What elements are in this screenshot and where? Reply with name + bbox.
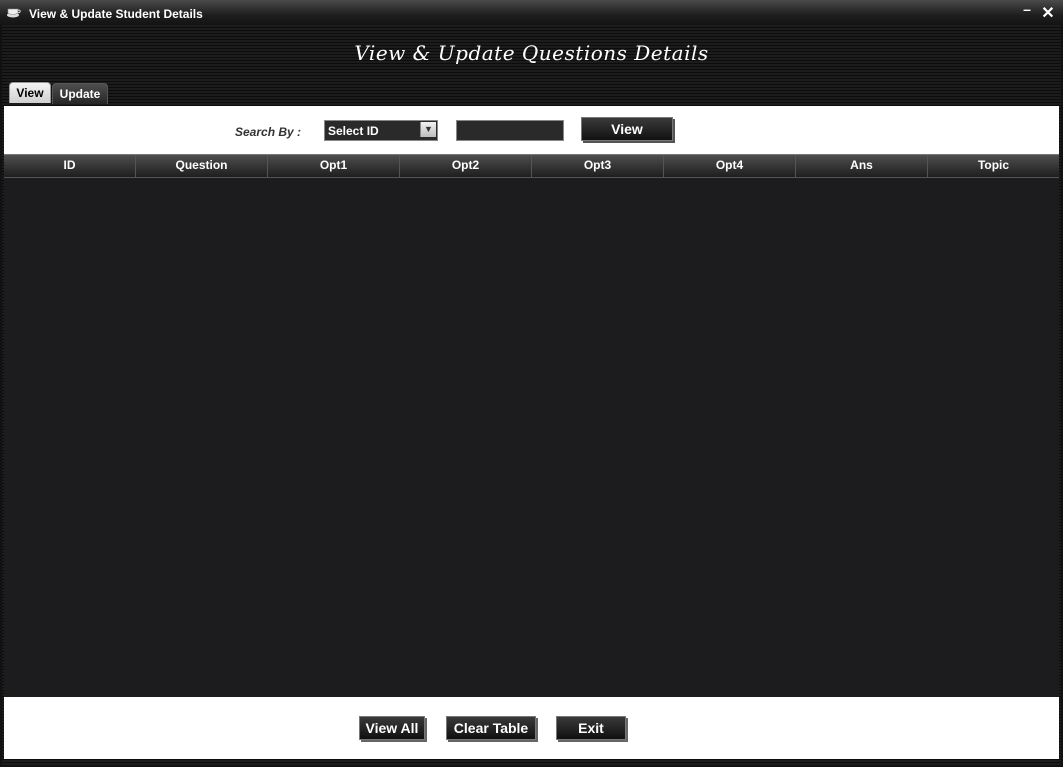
tab-update[interactable]: Update [52,83,108,104]
column-header-opt3[interactable]: Opt3 [532,155,664,177]
column-header-question[interactable]: Question [136,155,268,177]
search-by-label: Search By : [235,125,302,139]
search-input[interactable] [456,120,564,141]
clear-table-button[interactable]: Clear Table [446,716,536,740]
questions-table[interactable]: ID Question Opt1 Opt2 Opt3 Opt4 Ans Topi… [4,154,1059,697]
view-button[interactable]: View [581,117,673,141]
chevron-down-icon[interactable]: ▼ [420,122,436,137]
main-frame: View & Update Questions Details View Upd… [2,25,1061,765]
exit-button[interactable]: Exit [556,716,626,740]
search-panel: Search By : Select ID ▼ View [4,106,1059,154]
select-value: Select ID [328,124,379,138]
action-panel: View All Clear Table Exit [4,697,1059,759]
minimize-button[interactable]: – [1020,1,1034,23]
table-header: ID Question Opt1 Opt2 Opt3 Opt4 Ans Topi… [4,154,1059,178]
view-all-button[interactable]: View All [359,716,425,740]
column-header-topic[interactable]: Topic [928,155,1059,177]
column-header-opt4[interactable]: Opt4 [664,155,796,177]
tab-view[interactable]: View [9,82,51,103]
close-button[interactable]: ✕ [1040,3,1056,23]
page-title: View & Update Questions Details [354,41,709,65]
search-by-select[interactable]: Select ID ▼ [324,120,438,141]
column-header-id[interactable]: ID [4,155,136,177]
column-header-opt2[interactable]: Opt2 [400,155,532,177]
window-title: View & Update Student Details [29,7,203,21]
coffee-cup-icon [6,5,22,19]
column-header-ans[interactable]: Ans [796,155,928,177]
title-bar: View & Update Student Details – ✕ [0,0,1063,25]
column-header-opt1[interactable]: Opt1 [268,155,400,177]
